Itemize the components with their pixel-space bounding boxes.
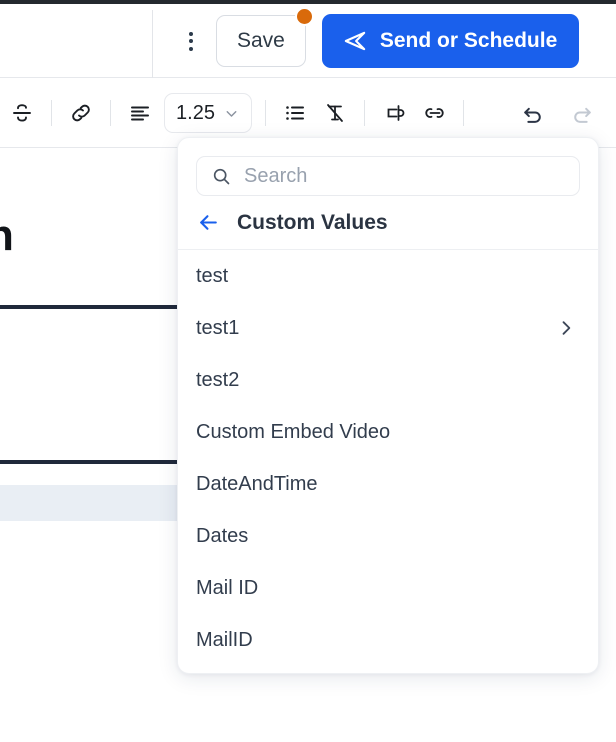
kebab-dot bbox=[189, 39, 193, 43]
header-actions: Save Send or Schedule bbox=[152, 4, 580, 78]
undo-icon[interactable] bbox=[512, 93, 552, 133]
unsaved-changes-badge bbox=[294, 7, 314, 26]
toolbar-separator bbox=[364, 100, 365, 126]
save-button-wrapper: Save bbox=[216, 7, 314, 67]
kebab-menu-icon[interactable] bbox=[174, 24, 208, 58]
send-button-label: Send or Schedule bbox=[379, 29, 558, 52]
kebab-dot bbox=[189, 46, 193, 51]
list-item-label: DateAndTime bbox=[196, 472, 318, 495]
redo-icon[interactable] bbox=[562, 93, 602, 133]
list-item-label: MailID bbox=[196, 628, 253, 651]
bulleted-list-icon[interactable] bbox=[275, 93, 315, 133]
list-item[interactable]: DateAndTime bbox=[178, 458, 598, 510]
list-item-label: test1 bbox=[196, 316, 240, 339]
link-icon[interactable] bbox=[61, 93, 101, 133]
list-item-label: test2 bbox=[196, 368, 240, 391]
list-item-label: Custom Embed Video bbox=[196, 420, 391, 443]
list-item[interactable]: test bbox=[178, 250, 598, 302]
custom-values-list: test test1 test2 Custom Embed Video Date… bbox=[178, 250, 598, 666]
toolbar-separator bbox=[463, 100, 464, 126]
document-block-heading[interactable]: h bbox=[0, 149, 184, 309]
line-height-select[interactable]: 1.25 bbox=[164, 93, 252, 133]
merge-tag-icon[interactable] bbox=[414, 93, 454, 133]
send-or-schedule-button[interactable]: Send or Schedule bbox=[321, 14, 580, 68]
list-item-label: Mail ID bbox=[196, 576, 259, 599]
toolbar-separator bbox=[51, 100, 52, 126]
chevron-right-icon[interactable] bbox=[556, 318, 576, 338]
list-item[interactable]: Mail ID bbox=[178, 562, 598, 614]
document-heading-text: h bbox=[0, 211, 14, 261]
chevron-down-icon bbox=[223, 105, 240, 122]
kebab-dot bbox=[189, 31, 193, 36]
save-button[interactable]: Save bbox=[216, 15, 306, 67]
list-item-label: test bbox=[196, 264, 229, 287]
dropdown-back-row[interactable]: Custom Values bbox=[178, 196, 598, 250]
search-field-wrapper[interactable] bbox=[196, 156, 580, 196]
align-left-icon[interactable] bbox=[120, 93, 160, 133]
list-item-label: Dates bbox=[196, 524, 249, 547]
clear-formatting-icon[interactable] bbox=[315, 93, 355, 133]
list-item[interactable]: Dates bbox=[178, 510, 598, 562]
document-block-footer[interactable] bbox=[0, 485, 184, 521]
header-bar: Save Send or Schedule bbox=[0, 4, 616, 78]
list-item[interactable]: Custom Embed Video bbox=[178, 406, 598, 458]
line-height-value: 1.25 bbox=[176, 101, 215, 124]
document-block-body[interactable] bbox=[0, 309, 184, 464]
strikethrough-icon[interactable] bbox=[2, 93, 42, 133]
list-item[interactable]: test1 bbox=[178, 302, 598, 354]
custom-values-dropdown: Custom Values test test1 test2 Custom Em… bbox=[177, 137, 599, 674]
list-item[interactable]: test2 bbox=[178, 354, 598, 406]
arrow-left-icon[interactable] bbox=[196, 210, 221, 235]
dropdown-search-area bbox=[178, 138, 598, 196]
paper-plane-icon bbox=[342, 28, 368, 54]
toolbar-separator bbox=[265, 100, 266, 126]
list-item[interactable]: MailID bbox=[178, 614, 598, 666]
search-icon bbox=[211, 166, 232, 187]
toolbar-separator bbox=[110, 100, 111, 126]
search-input[interactable] bbox=[244, 164, 565, 188]
dropdown-title: Custom Values bbox=[237, 210, 388, 234]
button-element-icon[interactable] bbox=[374, 93, 414, 133]
